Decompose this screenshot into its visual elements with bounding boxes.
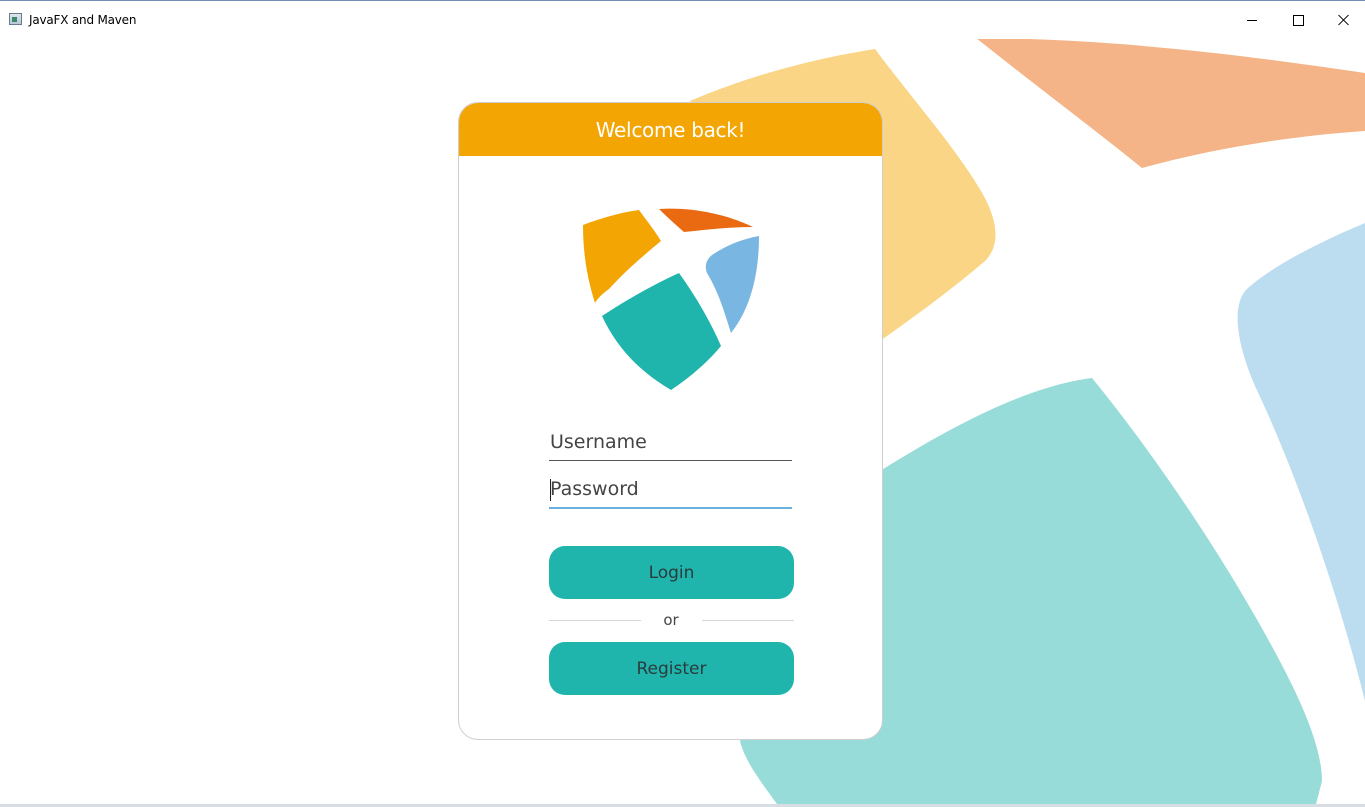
logo-teal-segment [602,273,721,390]
shield-logo [583,208,759,390]
title-bar: JavaFX and Maven [0,1,1365,39]
minimize-button[interactable] [1229,1,1275,39]
maximize-button[interactable] [1275,1,1321,39]
username-field[interactable] [549,423,792,461]
bg-peach-shape [976,38,1365,168]
divider-left [549,620,641,621]
app-window: JavaFX and Maven Welcome back! Login or … [0,0,1365,807]
password-field[interactable] [549,471,792,509]
close-button[interactable] [1321,1,1365,39]
text-caret [550,479,551,501]
logo-blue-segment [705,236,759,333]
maximize-icon [1292,14,1304,26]
minimize-icon [1247,19,1257,21]
card-header: Welcome back! [459,103,882,156]
login-card: Welcome back! Login or Register [458,102,883,740]
close-icon [1338,14,1350,26]
register-button[interactable]: Register [549,642,794,695]
app-window-icon [9,13,22,25]
or-separator: or [663,611,679,629]
login-button[interactable]: Login [549,546,794,599]
window-title: JavaFX and Maven [29,13,137,27]
logo-red-segment [659,208,753,232]
divider-right [702,620,794,621]
welcome-title: Welcome back! [595,117,746,142]
